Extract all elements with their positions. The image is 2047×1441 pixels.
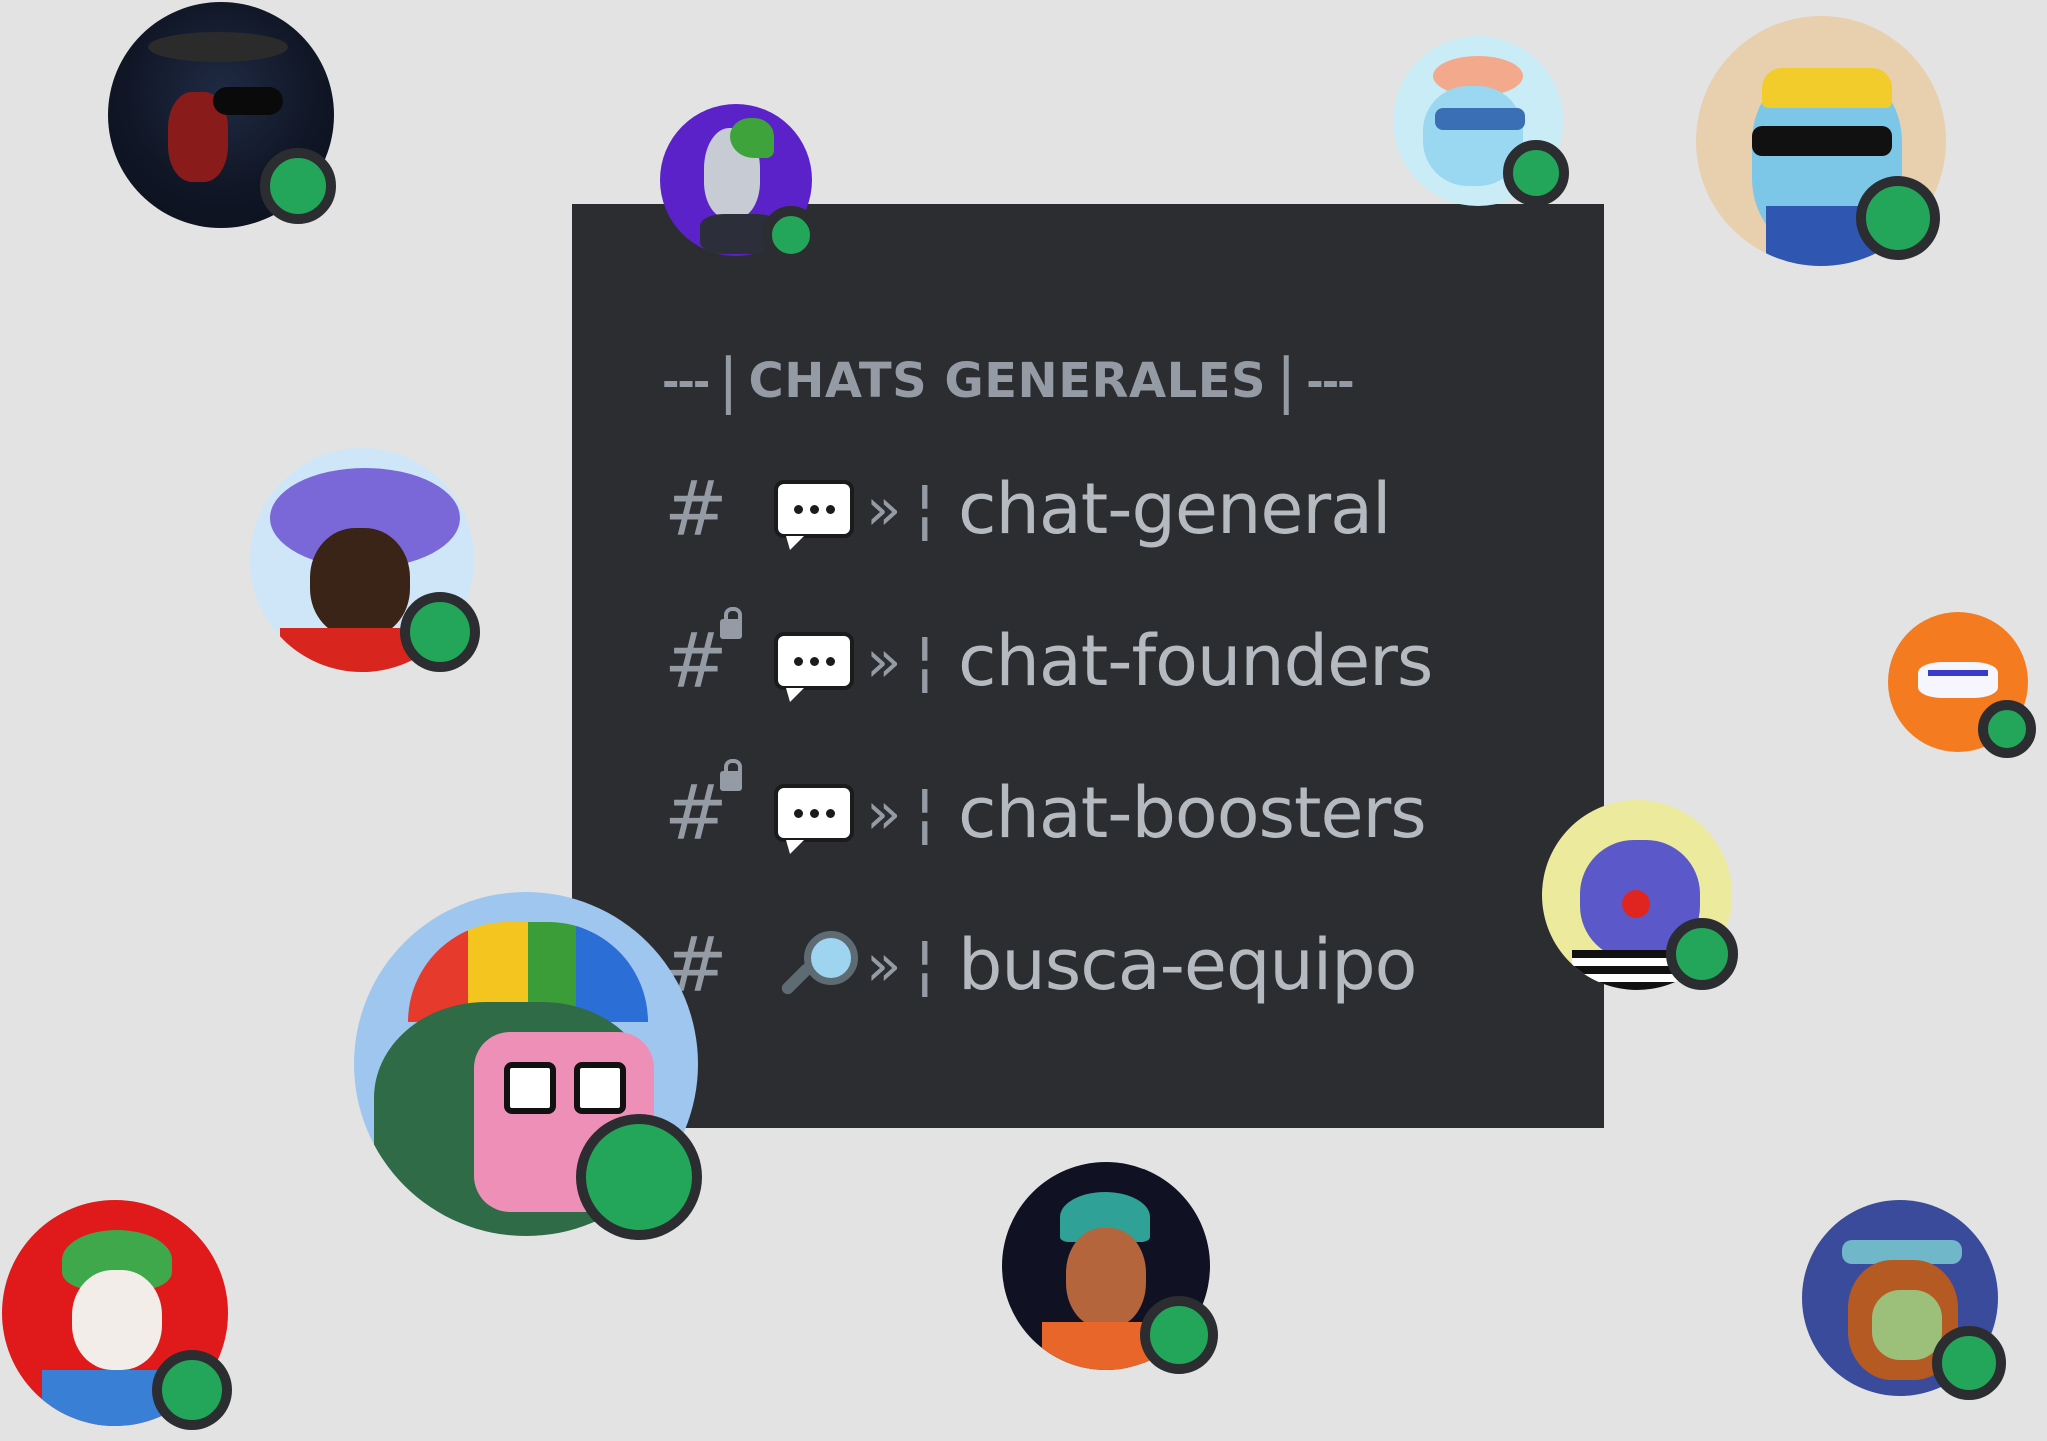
- channel-separator: ¦: [914, 776, 936, 850]
- channel-separator: ¦: [914, 624, 936, 698]
- category-dashes-right: ---: [1306, 356, 1354, 406]
- category-dashes-left: ---: [662, 356, 710, 406]
- channel-list-panel: --- | CHATS GENERALES | --- # » ¦ chat-g…: [572, 204, 1604, 1128]
- channel-name: busca-equipo: [958, 924, 1417, 1006]
- locked-hashtag-icon: #: [664, 759, 774, 851]
- category-bar-left: |: [718, 346, 739, 416]
- avatar-pixel-monkey[interactable]: [354, 892, 702, 1240]
- lock-icon: [720, 759, 742, 791]
- speech-bubble-icon: [774, 469, 866, 550]
- avatar-dark-hat[interactable]: [108, 2, 336, 228]
- channel-chat-founders[interactable]: # » ¦ chat-founders: [664, 606, 1544, 716]
- channel-chat-general[interactable]: # » ¦ chat-general: [664, 454, 1544, 564]
- avatar-green-hair-character[interactable]: [2, 1200, 232, 1430]
- category-bar-right: |: [1276, 346, 1297, 416]
- online-status-icon: [1978, 700, 2036, 758]
- avatar-alien-green-hair[interactable]: [660, 104, 820, 264]
- speech-bubble-icon: [774, 773, 866, 854]
- category-label: CHATS GENERALES: [748, 353, 1267, 409]
- online-status-icon: [400, 592, 480, 672]
- channel-name: chat-general: [958, 468, 1392, 550]
- avatar-orange-zebra[interactable]: [1888, 612, 2036, 758]
- speech-bubble-icon: [774, 621, 866, 702]
- online-status-icon: [260, 148, 336, 224]
- avatar-purple-pigtails[interactable]: [250, 448, 480, 672]
- online-status-icon: [152, 1350, 232, 1430]
- channel-name: chat-boosters: [958, 772, 1427, 854]
- channel-separator: ¦: [914, 928, 936, 1002]
- channel-arrow: »: [866, 779, 902, 847]
- online-status-icon: [1140, 1296, 1218, 1374]
- hashtag-icon: #: [664, 464, 728, 553]
- online-status-icon: [1856, 176, 1940, 260]
- magnifying-glass-icon: [774, 925, 866, 1005]
- channel-arrow: »: [866, 931, 902, 999]
- avatar-green-cap-boy[interactable]: [1002, 1162, 1218, 1374]
- channel-busca-equipo[interactable]: # » ¦ busca-equipo: [664, 910, 1544, 1020]
- online-status-icon: [576, 1114, 702, 1240]
- locked-hashtag-icon: #: [664, 607, 774, 699]
- channel-arrow: »: [866, 627, 902, 695]
- avatar-bored-ape[interactable]: [1802, 1200, 2006, 1400]
- channel-chat-boosters[interactable]: # » ¦ chat-boosters: [664, 758, 1544, 868]
- channel-arrow: »: [866, 475, 902, 543]
- avatar-blue-sunglasses[interactable]: [1393, 36, 1569, 206]
- online-status-icon: [1503, 140, 1569, 206]
- online-status-icon: [1666, 918, 1738, 990]
- avatar-cat-yellow-cap[interactable]: [1696, 16, 1946, 266]
- lock-icon: [720, 607, 742, 639]
- online-status-icon: [1932, 1326, 2006, 1400]
- channel-name: chat-founders: [958, 620, 1433, 702]
- avatar-clown-cat[interactable]: [1542, 800, 1738, 990]
- online-status-icon: [762, 206, 820, 264]
- channel-separator: ¦: [914, 472, 936, 546]
- category-header[interactable]: --- | CHATS GENERALES | ---: [662, 346, 1462, 416]
